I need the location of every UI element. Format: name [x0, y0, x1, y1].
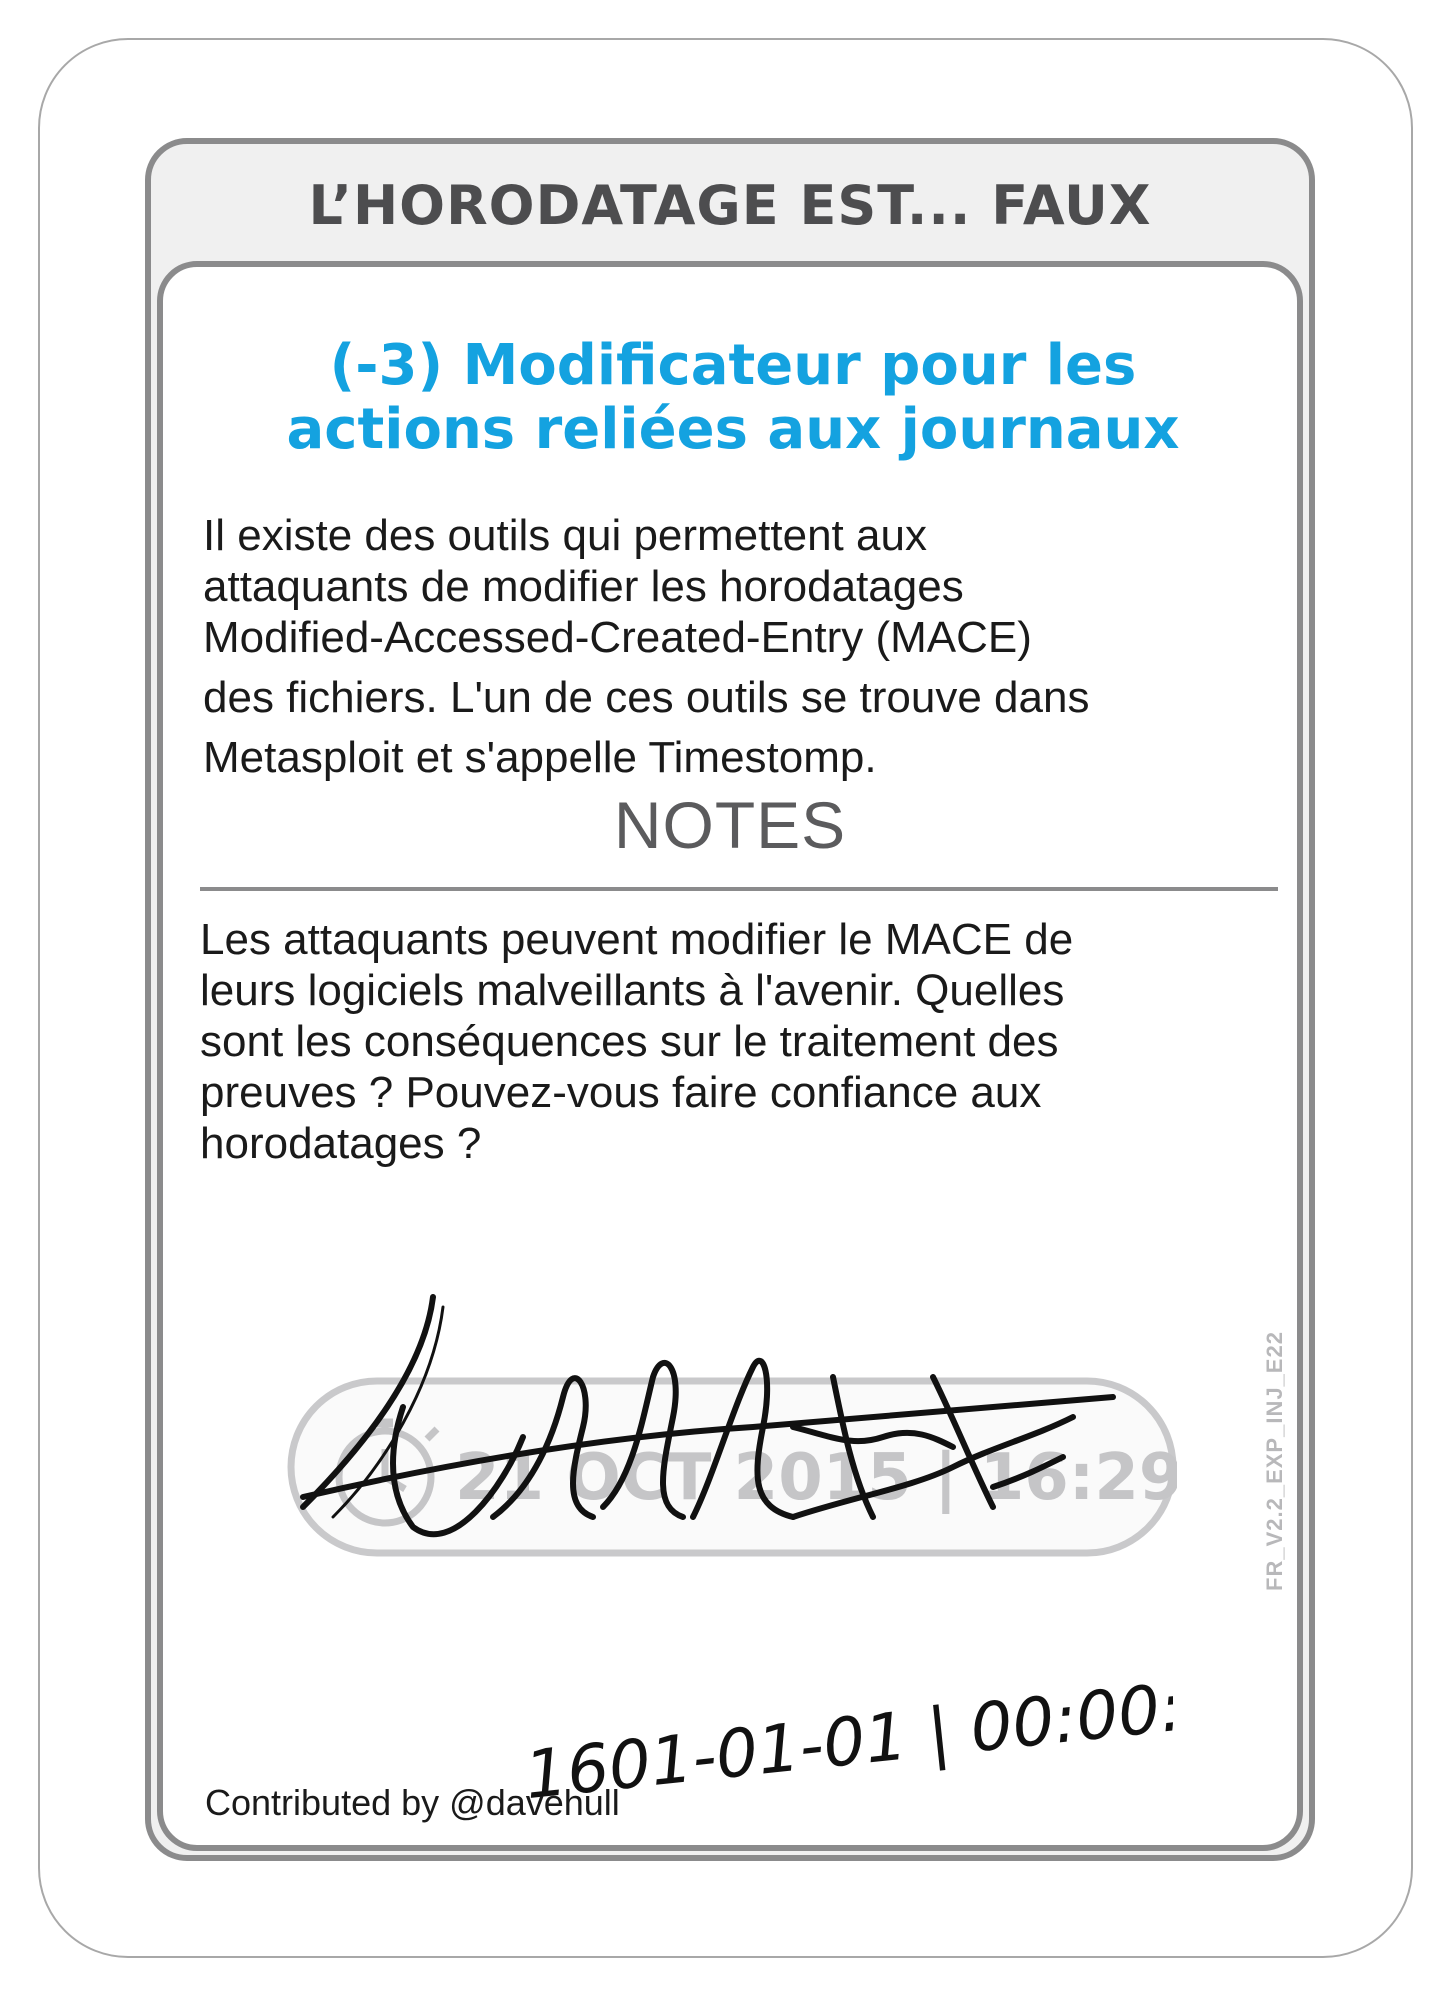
notes-divider	[200, 887, 1278, 891]
modifier-line-1: (-3) Modificateur pour les	[329, 333, 1137, 398]
notes-line: sont les conséquences sur le traitement …	[200, 1017, 1059, 1066]
notes-heading: NOTES	[613, 788, 847, 862]
notes-line: Les attaquants peuvent modifier le MACE …	[200, 915, 1074, 964]
card-description: Il existe des outils qui permettent aux …	[203, 510, 1263, 783]
modifier-heading: (-3) Modificateur pour les actions relié…	[203, 334, 1263, 462]
notes-body: Les attaquants peuvent modifier le MACE …	[200, 914, 1240, 1169]
modifier-line-2: actions reliées aux journaux	[286, 397, 1180, 462]
description-line: Modified-Accessed-Created-Entry (MACE)	[203, 613, 1032, 662]
description-line: Il existe des outils qui permettent aux	[203, 511, 927, 560]
card-frame: L’HORODATAGE EST... FAUX (-3) Modificate…	[145, 138, 1315, 1861]
contributor-credit: Contributed by @davehull	[205, 1782, 620, 1823]
notes-line: leurs logiciels malveillants à l'avenir.…	[200, 966, 1065, 1015]
notes-line: horodatages ?	[200, 1119, 482, 1168]
card-content-panel: (-3) Modificateur pour les actions relié…	[157, 261, 1303, 1851]
notes-line: preuves ? Pouvez-vous faire confiance au…	[200, 1068, 1042, 1117]
card-title: L’HORODATAGE EST... FAUX	[308, 174, 1152, 237]
card-code-text: FR_V2.2_EXP_INJ_E22	[1262, 1331, 1287, 1591]
scribble-strikeout	[300, 1294, 1116, 1538]
description-line: Metasploit et s'appelle Timestomp.	[203, 733, 877, 782]
card-code: FR_V2.2_EXP_INJ_E22	[1255, 1301, 1295, 1621]
description-line: des fichiers. L'un de ces outils se trou…	[203, 673, 1090, 722]
description-line: attaquants de modifier les horodatages	[203, 562, 964, 611]
